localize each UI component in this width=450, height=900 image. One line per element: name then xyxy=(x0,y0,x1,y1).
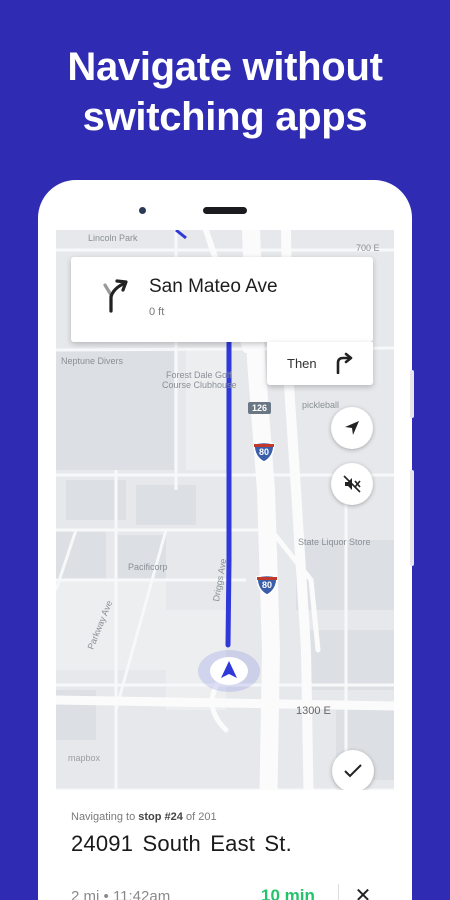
map-label-lincoln: Lincoln Park xyxy=(88,233,138,243)
phone-camera xyxy=(139,207,146,214)
phone-speaker xyxy=(203,207,247,214)
navigating-prefix: Navigating to xyxy=(71,811,136,823)
interstate-80-number: 80 xyxy=(261,580,272,590)
volume-off-icon xyxy=(343,475,361,493)
interstate-80-shield: 80 xyxy=(252,441,276,463)
map-label-forest-2: Course Clubhouse xyxy=(162,380,237,390)
trip-arrival: 11:42am xyxy=(112,888,171,900)
headline-line-2: switching apps xyxy=(82,95,368,139)
mapbox-attribution[interactable]: mapbox xyxy=(68,753,100,763)
phone-side-button xyxy=(410,470,414,566)
complete-stop-button[interactable] xyxy=(332,750,374,792)
map-label-1300e: 1300 E xyxy=(296,705,331,717)
trip-distance: 2 mi xyxy=(71,888,100,900)
stop-total: of 201 xyxy=(185,811,217,823)
maneuver-street-name: San Mateo Ave xyxy=(149,276,278,297)
bottom-sheet: Navigating to stop #24 of 201 24091 Sout… xyxy=(56,790,394,900)
then-label: Then xyxy=(287,356,317,371)
next-maneuver-card[interactable]: Then xyxy=(267,342,373,385)
phone-side-button xyxy=(410,370,414,418)
maneuver-card[interactable]: San Mateo Ave 0 ft xyxy=(71,257,373,342)
divider xyxy=(338,884,339,900)
trip-eta: 10 min xyxy=(261,886,315,900)
map-label-700e: 700 E xyxy=(356,243,380,253)
mute-button[interactable] xyxy=(331,463,373,505)
map-label-state-liquor: State Liquor Store xyxy=(298,537,371,547)
checkmark-icon xyxy=(344,764,362,778)
destination-address: 24091 South East St. xyxy=(71,831,292,856)
trip-meta: 2 mi • 11:42am xyxy=(71,888,170,900)
map-label-pickleball: pickleball xyxy=(302,400,340,410)
navigating-to-text: Navigating to stop #24 of 201 xyxy=(71,811,217,823)
turn-right-icon xyxy=(336,352,353,374)
stop-number: stop #24 xyxy=(138,811,183,823)
route-126-sign: 126 xyxy=(248,402,272,414)
meta-separator: • xyxy=(103,888,113,900)
close-navigation-button[interactable]: ✕ xyxy=(353,884,373,900)
turn-right-fork-icon xyxy=(103,279,128,313)
phone-frame: Lincoln Park 700 E Neptune Divers Forest… xyxy=(38,180,414,900)
interstate-80-shield: 80 xyxy=(255,574,279,596)
maneuver-distance: 0 ft xyxy=(149,306,165,318)
map-label-pacificorp: Pacificorp xyxy=(128,562,168,572)
map-label-forest: Forest Dale Golf xyxy=(166,370,232,380)
map-label-neptune: Neptune Divers xyxy=(61,356,124,366)
current-location-puck xyxy=(198,650,260,692)
recenter-button[interactable] xyxy=(331,407,373,449)
headline-line-1: Navigate without xyxy=(67,45,383,89)
app-screen: Lincoln Park 700 E Neptune Divers Forest… xyxy=(56,230,394,900)
headline: Navigate without switching apps xyxy=(0,42,450,142)
interstate-80-number: 80 xyxy=(258,447,269,457)
navigation-arrow-icon xyxy=(345,421,359,435)
